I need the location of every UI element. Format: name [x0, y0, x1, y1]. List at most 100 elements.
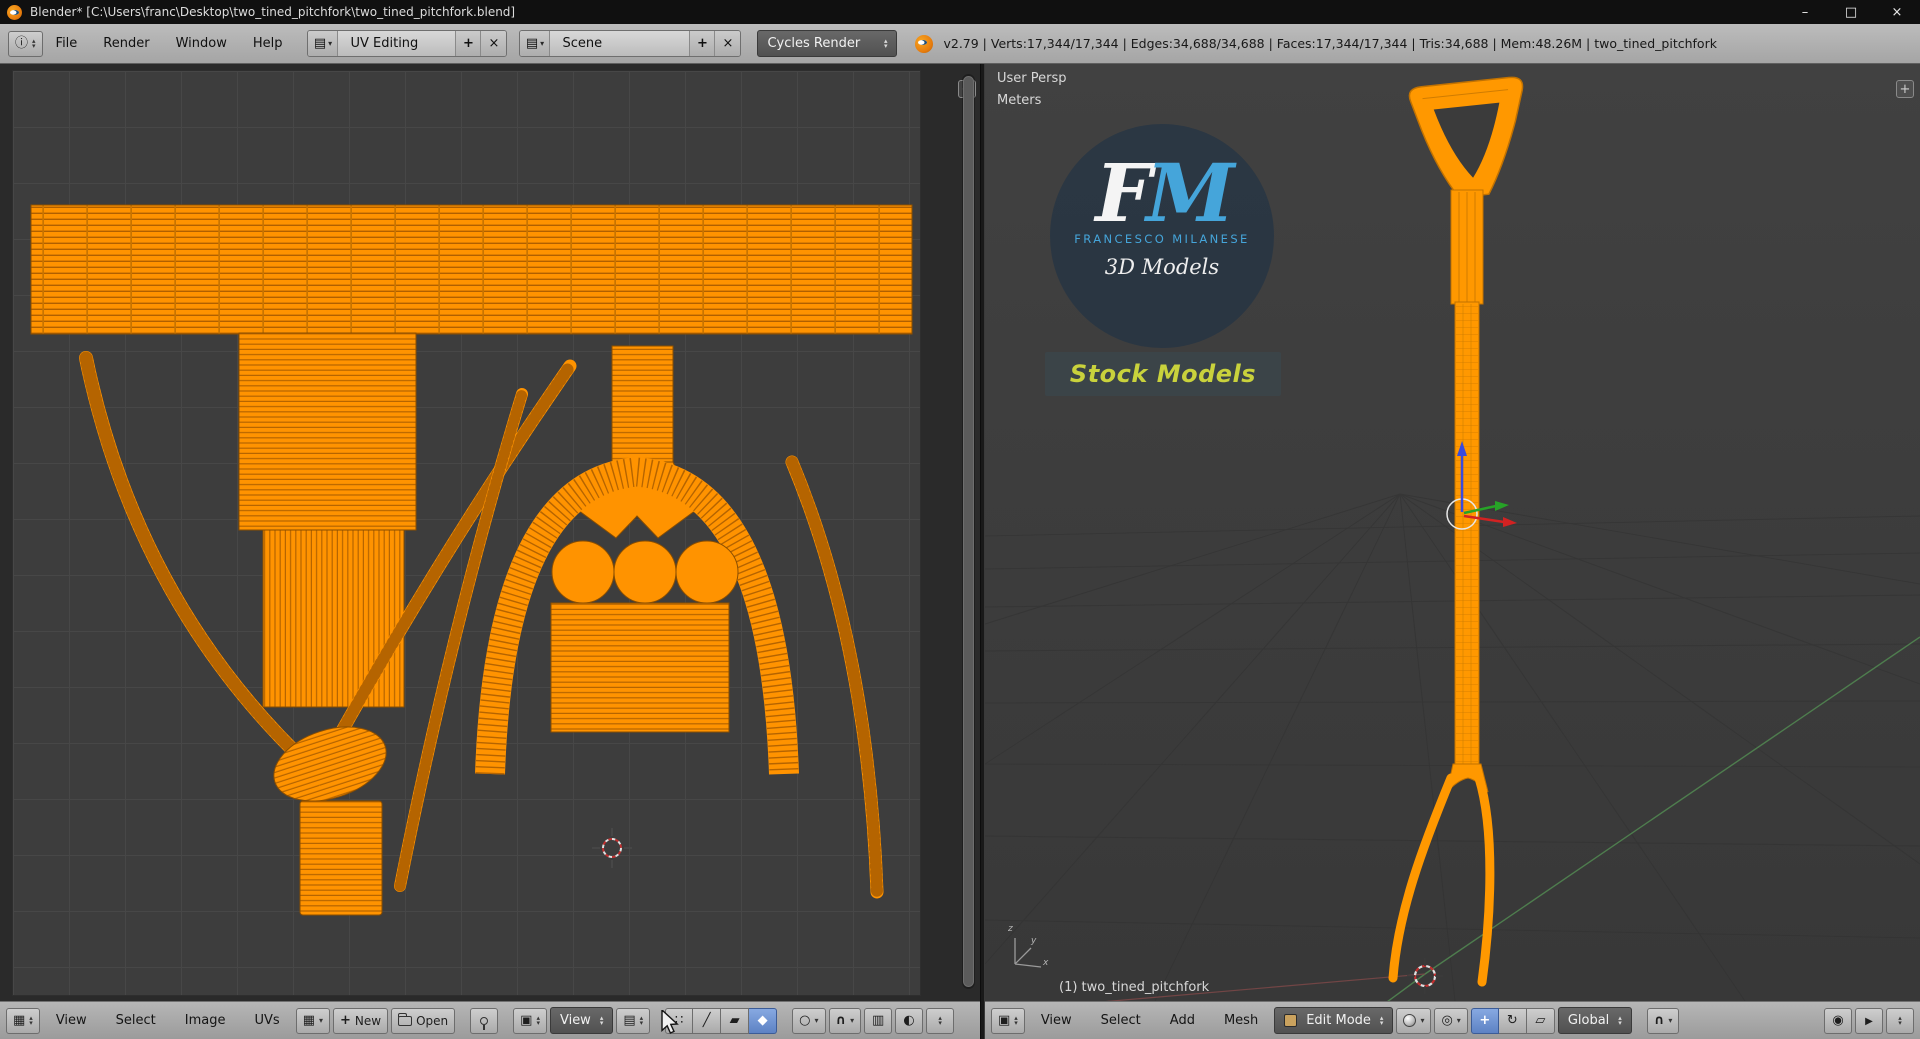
pivot-point-dropdown[interactable]	[1434, 1007, 1468, 1034]
menu-help[interactable]: Help	[240, 24, 296, 63]
menu-render[interactable]: Render	[90, 24, 162, 63]
chevron-down-icon	[319, 1016, 323, 1025]
uv-island-fork-blob[interactable]	[264, 714, 395, 815]
uv-island-cap-3[interactable]	[675, 540, 739, 604]
image-browse-button[interactable]	[295, 1007, 330, 1034]
uv-select-island-button[interactable]	[749, 1007, 778, 1034]
uv-editor-header: View Select Image UVs New Open View	[0, 1001, 980, 1039]
updown-arrows-icon	[536, 1016, 540, 1026]
manipulator-rotate-button[interactable]	[1498, 1007, 1527, 1034]
close-button[interactable]: ×	[1874, 0, 1920, 24]
uv-island-neck[interactable]	[611, 345, 674, 463]
uv-island-cap-1[interactable]	[551, 540, 615, 604]
d-handle[interactable]	[1408, 76, 1534, 201]
uv-vertical-scrollbar[interactable]	[962, 74, 975, 989]
uv-editor[interactable]: +	[0, 64, 980, 1001]
uv-pivot-dropdown[interactable]: View	[549, 1007, 614, 1034]
right-tine[interactable]	[1474, 773, 1495, 987]
half-circle-icon	[903, 1014, 914, 1027]
screen-layout-delete-button[interactable]	[481, 31, 507, 56]
uv-menu-uvs[interactable]: UVs	[242, 1002, 293, 1039]
uv-snap-dropdown[interactable]	[828, 1007, 862, 1034]
uv-header-scroll-button[interactable]	[926, 1007, 955, 1034]
viewport-shading-dropdown[interactable]	[1396, 1007, 1432, 1034]
sticky-selection-dropdown[interactable]	[513, 1007, 547, 1034]
uv-island-ferrule[interactable]	[299, 800, 383, 916]
opengl-anim-button[interactable]	[1855, 1007, 1883, 1034]
scene-delete-button[interactable]	[715, 31, 741, 56]
screen-layout-add-button[interactable]	[456, 31, 482, 56]
opengl-render-button[interactable]	[1824, 1007, 1852, 1034]
orientation-dropdown[interactable]: Global	[1557, 1007, 1632, 1034]
new-image-button[interactable]: New	[333, 1007, 389, 1034]
v3d-header-scroll-button[interactable]	[1886, 1007, 1914, 1034]
updown-arrows-icon	[29, 1016, 33, 1026]
render-camera-icon	[1832, 1014, 1843, 1027]
v3d-menu-add[interactable]: Add	[1157, 1002, 1208, 1039]
active-object-label: (1) two_tined_pitchfork	[1059, 980, 1210, 995]
display-channels-button[interactable]	[864, 1007, 893, 1034]
axis-y-label: y	[1031, 936, 1037, 946]
rotate-icon	[1507, 1014, 1518, 1027]
manipulator-scale-button[interactable]	[1526, 1007, 1555, 1034]
minimize-button[interactable]: –	[1782, 0, 1828, 24]
uv-island-grip-lower[interactable]	[262, 529, 405, 708]
screen-layout-browse-button[interactable]	[308, 31, 339, 56]
v3d-region-expand-button[interactable]: +	[1896, 80, 1914, 98]
uv-menu-image[interactable]: Image	[172, 1002, 239, 1039]
v3d-menu-view[interactable]: View	[1028, 1002, 1085, 1039]
stock-models-text: Stock Models	[1069, 360, 1257, 388]
uv-editor-type-button[interactable]	[6, 1007, 40, 1034]
viewport-3d[interactable]: F M FRANCESCO MILANESE 3D Models Stock M…	[985, 64, 1920, 1001]
mode-dropdown[interactable]: Edit Mode	[1274, 1007, 1394, 1034]
units-label: Meters	[997, 93, 1042, 108]
pin-image-button[interactable]	[470, 1007, 499, 1034]
menu-file[interactable]: File	[43, 24, 91, 63]
scene-browse-button[interactable]	[520, 31, 551, 56]
uv-select-face-button[interactable]	[721, 1007, 750, 1034]
v3d-editor-type-button[interactable]	[991, 1007, 1025, 1034]
render-slot-button[interactable]	[895, 1007, 924, 1034]
scene-add-button[interactable]	[690, 31, 716, 56]
scene-field[interactable]: Scene	[550, 31, 691, 56]
logo-3d-models: 3D Models	[1104, 255, 1220, 279]
updown-arrows-icon	[640, 1016, 644, 1026]
uv-menu-view[interactable]: View	[43, 1002, 100, 1039]
proportional-edit-dropdown[interactable]	[792, 1007, 826, 1034]
engine-value: Cycles Render	[767, 36, 861, 51]
uv-menu-select[interactable]: Select	[103, 1002, 169, 1039]
mode-value: Edit Mode	[1306, 1013, 1371, 1028]
menu-window[interactable]: Window	[163, 24, 240, 63]
scrollbar-handle[interactable]	[963, 76, 974, 987]
screen-layout-field[interactable]: UV Editing	[338, 31, 457, 56]
open-image-label: Open	[416, 1013, 449, 1028]
scale-icon	[1535, 1014, 1545, 1027]
titlebar: Blender* [C:\Users\franc\Desktop\two_tin…	[0, 0, 1920, 24]
updown-arrows-icon	[1380, 1016, 1384, 1026]
chevron-down-icon	[815, 1016, 819, 1025]
open-image-button[interactable]: Open	[391, 1007, 456, 1034]
view-name-label: User Persp	[997, 71, 1067, 86]
info-editor-type-button[interactable]	[8, 30, 43, 57]
magnet-icon	[1654, 1014, 1665, 1027]
uv-islands[interactable]	[30, 204, 913, 916]
maximize-button[interactable]: □	[1828, 0, 1874, 24]
uv-2d-cursor[interactable]	[592, 828, 632, 868]
manipulator-translate-button[interactable]	[1470, 1007, 1499, 1034]
cursor-3d[interactable]	[1407, 958, 1443, 994]
uv-island-shaft[interactable]	[30, 204, 913, 335]
new-image-label: New	[354, 1013, 382, 1028]
uv-display-dropdown[interactable]	[616, 1007, 651, 1034]
pivot-icon	[1441, 1014, 1452, 1027]
render-engine-dropdown[interactable]: Cycles Render	[757, 30, 898, 57]
shaft[interactable]	[1454, 301, 1480, 771]
close-icon	[489, 37, 500, 50]
snap-dropdown[interactable]	[1646, 1007, 1680, 1034]
uv-island-collar[interactable]	[550, 602, 730, 733]
uv-select-edge-button[interactable]	[693, 1007, 722, 1034]
uv-island-cap-2[interactable]	[613, 540, 677, 604]
left-tine[interactable]	[1388, 773, 1456, 983]
uv-island-grip-upper[interactable]	[238, 332, 417, 531]
v3d-menu-select[interactable]: Select	[1088, 1002, 1154, 1039]
v3d-menu-mesh[interactable]: Mesh	[1211, 1002, 1271, 1039]
